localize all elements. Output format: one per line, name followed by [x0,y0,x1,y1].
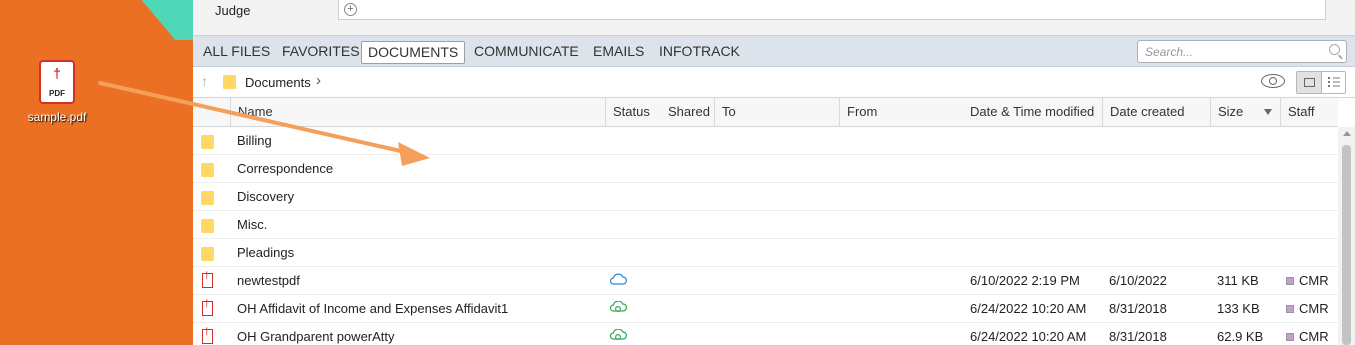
tab-infotrack[interactable]: INFOTRACK [653,41,746,64]
judge-row: Judge + [193,0,1355,36]
cloud-icon [609,273,627,285]
file-list: Billing Correspondence Discovery Misc. P… [193,127,1338,345]
column-header-staff[interactable]: Staff [1280,98,1338,127]
list-view-icon [1328,77,1340,79]
scroll-up-icon[interactable] [1343,131,1351,136]
judge-field[interactable]: + [338,0,1326,20]
item-name: OH Grandparent powerAtty [237,329,395,344]
staff-color-tag [1286,333,1294,341]
pdf-file-icon [202,271,213,288]
eye-icon[interactable] [1261,74,1285,88]
cloud-sync-icon [609,301,627,313]
up-arrow-icon[interactable]: ↑ [201,73,208,89]
tab-emails[interactable]: EMAILS [587,41,650,64]
staff-color-tag [1286,305,1294,313]
item-modified: 6/10/2022 2:19 PM [970,273,1080,288]
item-name: Pleadings [237,245,295,260]
pdf-file-icon: † PDF [39,60,75,104]
list-item[interactable]: Discovery [193,183,1338,211]
folder-icon [201,163,214,177]
column-header-name[interactable]: Name [230,98,605,127]
search-placeholder: Search... [1145,45,1194,59]
item-name: Discovery [237,189,295,204]
item-created: 8/31/2018 [1109,301,1167,316]
item-staff: CMR [1299,273,1329,288]
item-name: Misc. [237,217,268,232]
pdf-file-icon [202,327,213,344]
item-size: 62.9 KB [1217,329,1264,344]
list-item[interactable]: OH Affidavit of Income and Expenses Affi… [193,295,1338,323]
column-header-size[interactable]: Size [1210,98,1280,127]
breadcrumb-documents[interactable]: Documents [245,75,311,90]
tab-documents[interactable]: DOCUMENTS [361,41,466,64]
list-item[interactable]: Correspondence [193,155,1338,183]
item-staff: CMR [1299,301,1329,316]
column-header-shared[interactable]: Shared [661,98,714,127]
desktop-accent-shape [124,0,193,40]
cloud-sync-icon [609,329,627,341]
item-modified: 6/24/2022 10:20 AM [970,329,1087,344]
column-header-modified[interactable]: Date & Time modified [963,98,1103,127]
folder-icon [201,191,214,205]
folder-view-button[interactable] [1297,72,1322,93]
item-name: Correspondence [237,161,334,176]
item-size: 133 KB [1217,301,1260,316]
tab-all-files[interactable]: ALL FILES [197,41,276,64]
folder-icon [201,247,214,261]
plus-circle-icon[interactable]: + [344,3,357,16]
item-created: 8/31/2018 [1109,329,1167,344]
desktop-file-sample-pdf[interactable]: † PDF sample.pdf [24,60,90,124]
view-toggle [1296,71,1346,94]
folder-icon [201,135,214,149]
search-input[interactable]: Search... [1137,40,1347,63]
list-item[interactable]: newtestpdf 6/10/2022 2:19 PM 6/10/2022 3… [193,267,1338,295]
list-item[interactable]: Pleadings [193,239,1338,267]
tab-communicate[interactable]: COMMUNICATE [468,41,585,64]
item-name: Billing [237,133,272,148]
item-staff: CMR [1299,329,1329,344]
list-item[interactable]: Misc. [193,211,1338,239]
column-header-created[interactable]: Date created [1102,98,1210,127]
pdf-file-icon [202,299,213,316]
vertical-scrollbar[interactable] [1338,127,1355,345]
staff-color-tag [1286,277,1294,285]
grid-header: Name Status Shared To From Date & Time m… [193,98,1338,127]
item-created: 6/10/2022 [1109,273,1167,288]
sort-descending-icon [1264,109,1272,115]
column-header-from[interactable]: From [839,98,963,127]
judge-label: Judge [215,3,251,18]
list-item[interactable]: OH Grandparent powerAtty 6/24/2022 10:20… [193,323,1338,345]
column-header-status[interactable]: Status [605,98,661,127]
folder-icon [201,219,214,233]
tab-favorites[interactable]: FAVORITES [276,41,366,64]
item-size: 311 KB [1217,273,1259,288]
desktop-file-name: sample.pdf [27,110,87,124]
scroll-thumb[interactable] [1342,145,1351,345]
chevron-right-icon[interactable]: › [316,72,321,89]
pdf-glyph-icon: † [53,65,61,81]
path-bar: ↑ Documents › [193,67,1355,98]
folder-icon [223,75,236,89]
list-item[interactable]: Billing [193,127,1338,155]
item-name: newtestpdf [237,273,300,288]
folder-view-icon [1304,78,1315,87]
search-icon[interactable] [1329,44,1340,55]
item-name: OH Affidavit of Income and Expenses Affi… [237,301,509,316]
column-header-to[interactable]: To [714,98,839,127]
document-manager-window: Judge + ALL FILES FAVORITES DOCUMENTS CO… [193,0,1355,345]
item-modified: 6/24/2022 10:20 AM [970,301,1087,316]
desktop-background: † PDF sample.pdf [0,0,193,345]
tab-bar: ALL FILES FAVORITES DOCUMENTS COMMUNICAT… [193,36,1355,67]
list-view-button[interactable] [1322,72,1346,93]
